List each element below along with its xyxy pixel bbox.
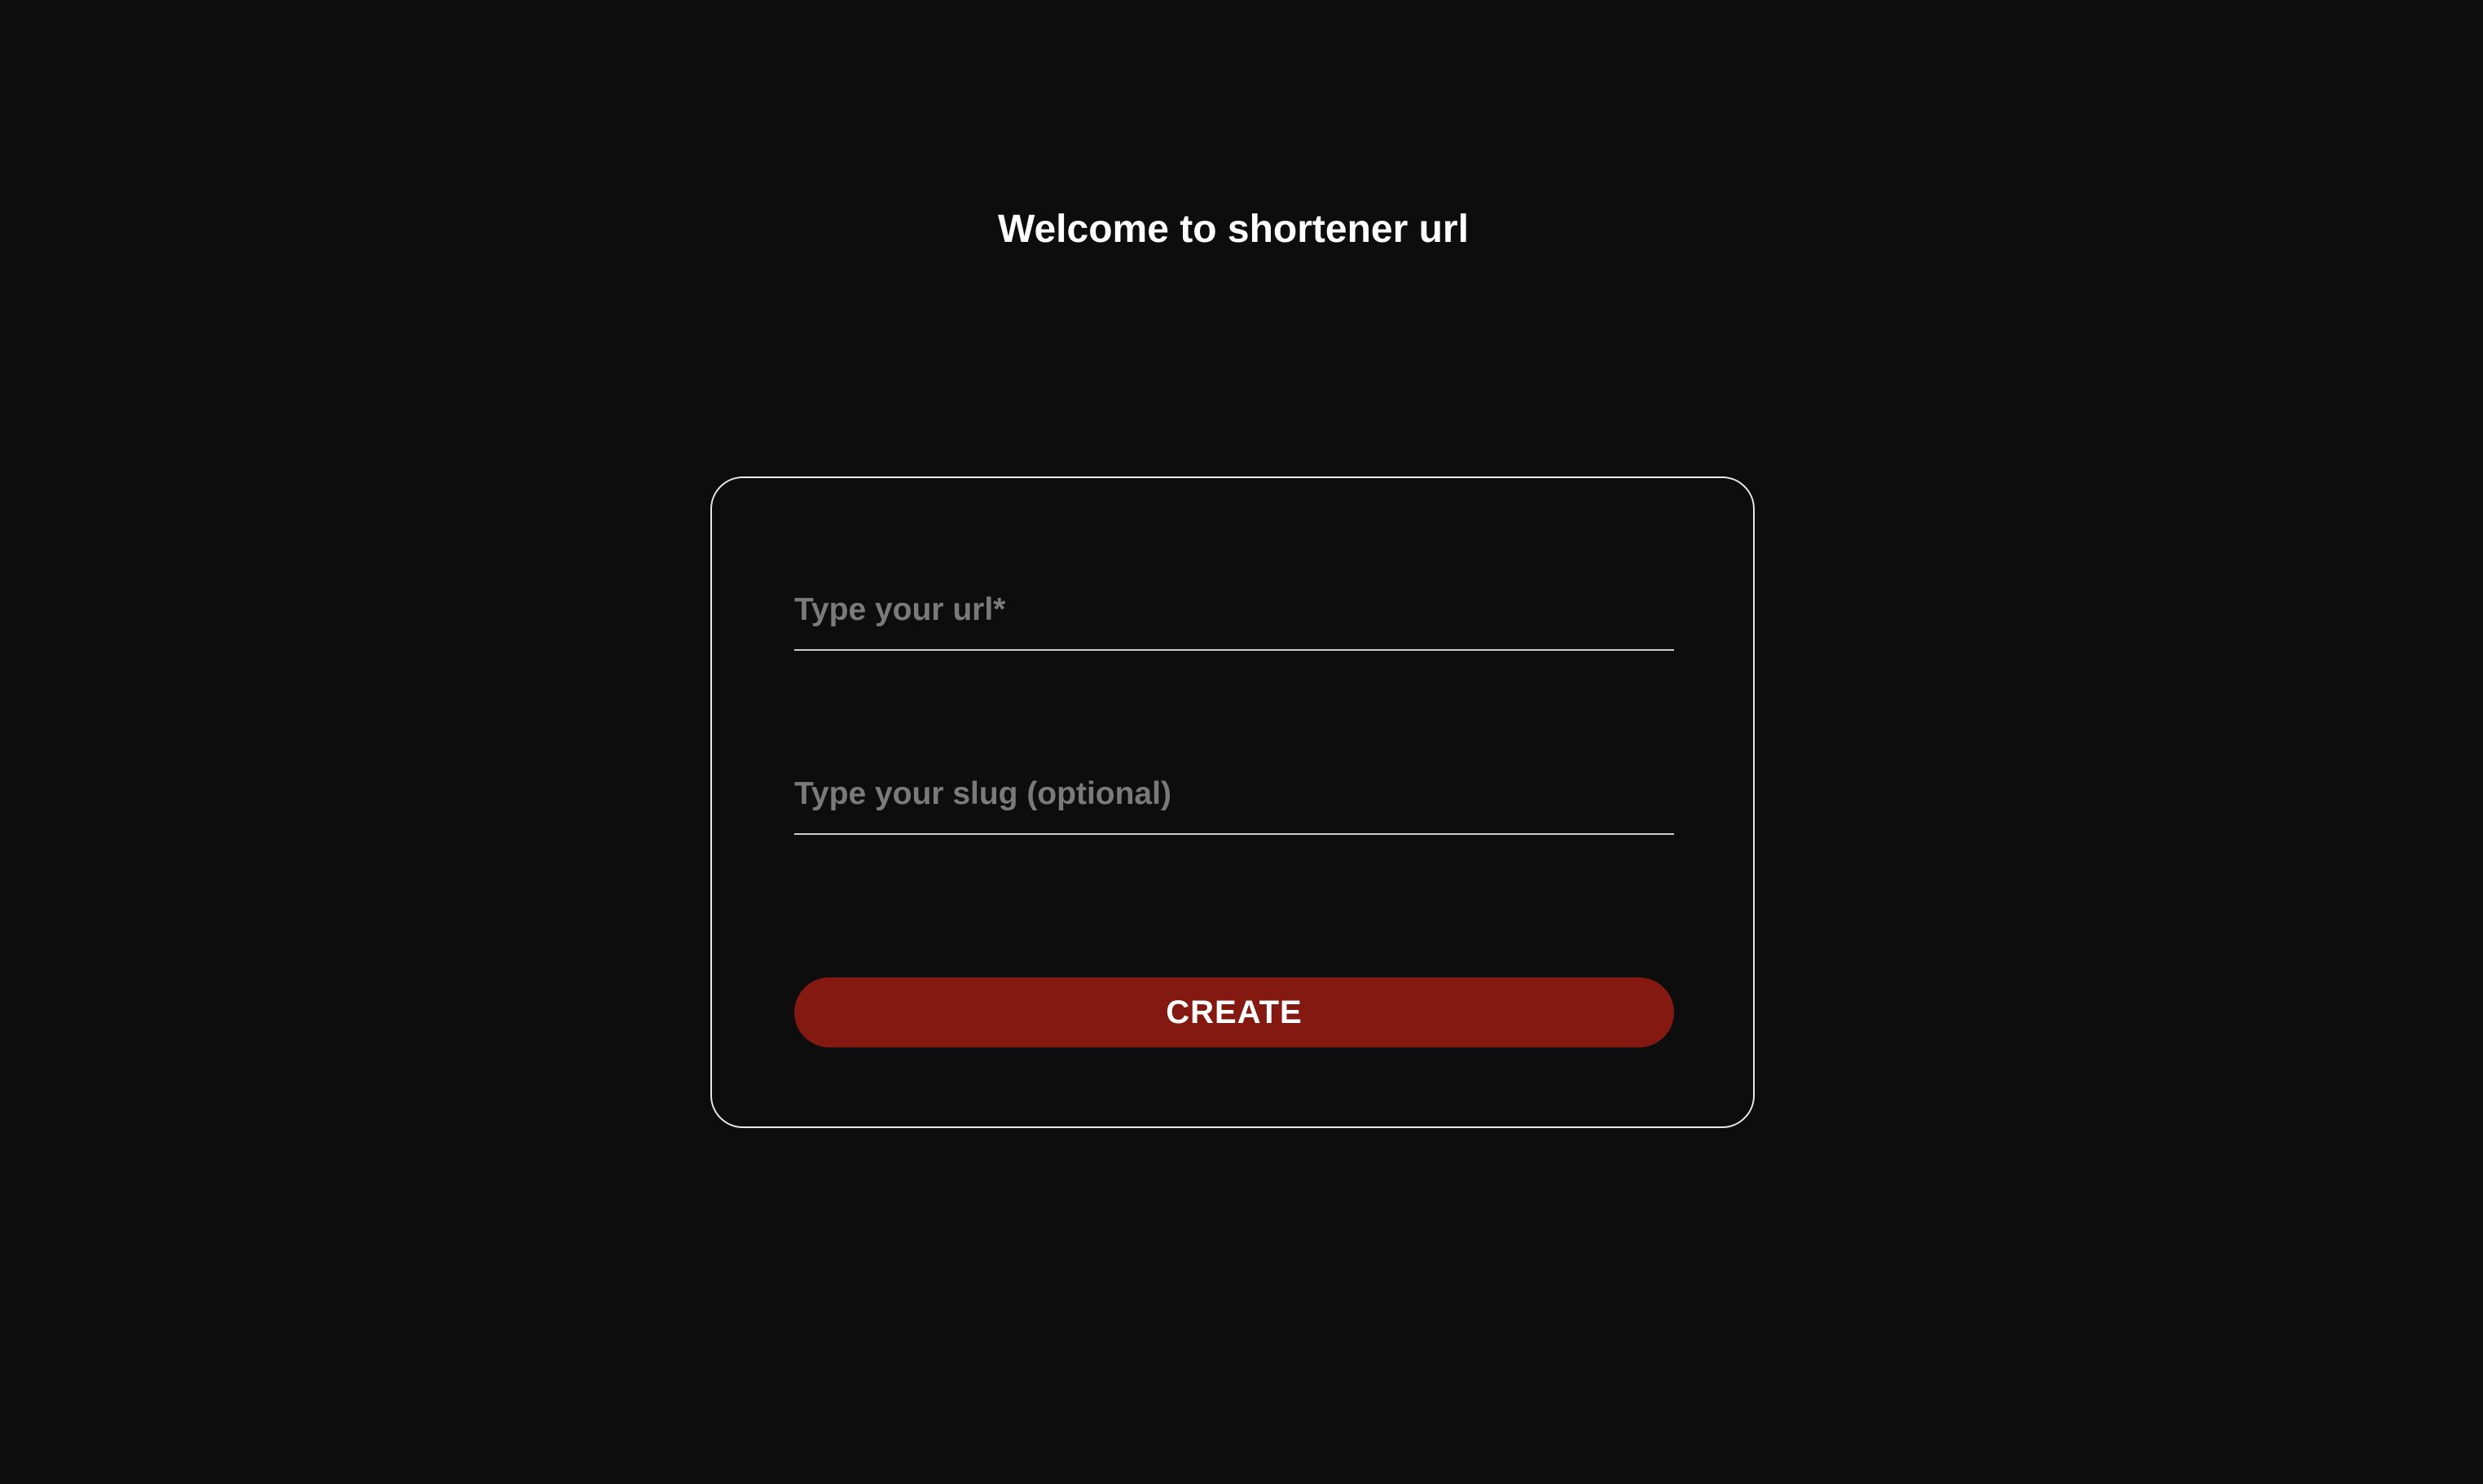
slug-input[interactable]: [794, 766, 1674, 835]
page: Welcome to shortener url CREATE: [0, 0, 2483, 1484]
shorten-url-form: CREATE: [710, 476, 1755, 1128]
create-button[interactable]: CREATE: [794, 977, 1674, 1047]
url-input[interactable]: [794, 582, 1674, 651]
page-title: Welcome to shortener url: [998, 208, 1469, 251]
